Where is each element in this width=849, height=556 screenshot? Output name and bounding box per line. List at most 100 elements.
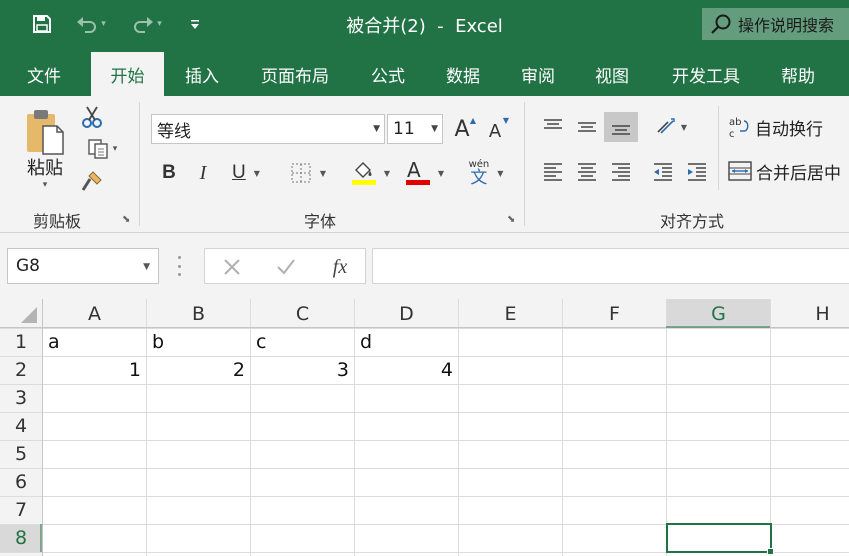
cell-c2[interactable]: 3 xyxy=(251,356,354,384)
tab-insert[interactable]: 插入 xyxy=(172,52,232,96)
tab-help-label: 帮助 xyxy=(781,66,815,87)
font-group-label: 字体 xyxy=(303,212,336,231)
row-header-4[interactable]: 4 xyxy=(0,412,42,440)
tab-file[interactable]: 文件 xyxy=(14,52,74,96)
font-size-combo[interactable]: 11 ▼ xyxy=(387,114,443,144)
tab-data[interactable]: 数据 xyxy=(433,52,493,96)
tab-home[interactable]: 开始 xyxy=(91,52,164,96)
tab-page-layout-label: 页面布局 xyxy=(261,66,329,87)
formula-input[interactable] xyxy=(372,248,849,284)
align-right-button[interactable] xyxy=(606,156,636,186)
align-left-button[interactable] xyxy=(538,156,568,186)
tab-developer[interactable]: 开发工具 xyxy=(660,52,752,96)
bottom-align-button[interactable] xyxy=(604,112,638,142)
column-header-a[interactable]: A xyxy=(43,299,146,328)
row-header-1[interactable]: 1 xyxy=(0,328,42,356)
column-header-label: H xyxy=(815,302,830,325)
tab-page-layout[interactable]: 页面布局 xyxy=(250,52,340,96)
orientation-button[interactable]: ▼ xyxy=(650,112,692,142)
top-align-button[interactable] xyxy=(538,112,568,142)
decrease-indent-icon xyxy=(654,163,672,181)
tab-view-label: 视图 xyxy=(595,66,629,87)
underline-button[interactable]: U ▼ xyxy=(224,158,268,188)
cell-d2[interactable]: 4 xyxy=(355,356,458,384)
cell-c1[interactable]: c xyxy=(251,328,354,356)
cell-value: 1 xyxy=(128,359,141,381)
column-header-b[interactable]: B xyxy=(147,299,250,328)
tab-formulas[interactable]: 公式 xyxy=(358,52,418,96)
font-name-combo[interactable]: 等线 ▼ xyxy=(151,114,385,144)
pinyin-icon: wén 文 xyxy=(469,159,490,187)
paste-dropdown-icon: ▾ xyxy=(42,180,48,190)
cell-value: a xyxy=(48,331,60,353)
wrap-text-button[interactable]: ab c 自动换行 xyxy=(728,112,849,142)
column-header-h[interactable]: H xyxy=(771,299,849,328)
column-header-c[interactable]: C xyxy=(251,299,354,328)
orientation-icon xyxy=(657,118,675,134)
column-header-f[interactable]: F xyxy=(563,299,666,328)
cancel-entry-button[interactable] xyxy=(217,253,247,281)
font-size-value: 11 xyxy=(393,119,415,139)
bottom-align-icon xyxy=(612,125,630,135)
formula-bar: G8 ▼ fx xyxy=(0,233,849,299)
fill-color-button[interactable]: ▼ xyxy=(346,158,394,188)
row-header-label: 1 xyxy=(14,331,28,353)
cell-d1[interactable]: d xyxy=(355,328,458,356)
increase-indent-icon xyxy=(688,163,706,181)
row-header-5[interactable]: 5 xyxy=(0,440,42,468)
borders-button[interactable]: ▼ xyxy=(284,158,332,188)
italic-button[interactable]: I xyxy=(190,158,216,188)
tab-file-label: 文件 xyxy=(27,66,61,87)
cell-value: d xyxy=(360,331,373,353)
row-header-6[interactable]: 6 xyxy=(0,468,42,496)
cell-b1[interactable]: b xyxy=(147,328,250,356)
column-header-label: C xyxy=(295,302,310,325)
shrink-font-button[interactable]: A ▼ xyxy=(481,114,509,144)
shrink-font-icon: A xyxy=(488,120,502,142)
tell-me-search[interactable]: 操作说明搜索 xyxy=(702,8,849,40)
row-header-8[interactable]: 8 xyxy=(0,524,42,552)
merge-center-button[interactable]: 合并后居中 xyxy=(728,156,849,186)
grow-font-button[interactable]: A ▲ xyxy=(448,114,476,144)
tab-view[interactable]: 视图 xyxy=(582,52,642,96)
paint-bucket-icon xyxy=(351,162,376,185)
row-header-label: 7 xyxy=(14,499,28,521)
increase-indent-button[interactable] xyxy=(682,156,712,186)
copy-button[interactable]: ▾ xyxy=(80,136,124,162)
name-box[interactable]: G8 ▼ xyxy=(7,248,159,284)
fill-handle[interactable] xyxy=(767,548,774,555)
paste-button[interactable]: 粘贴 ▾ xyxy=(18,104,72,194)
tab-help[interactable]: 帮助 xyxy=(768,52,828,96)
cell-value: 4 xyxy=(440,359,453,381)
bold-button[interactable]: B xyxy=(156,158,182,188)
align-center-icon xyxy=(578,163,596,181)
align-center-button[interactable] xyxy=(572,156,602,186)
cut-button[interactable] xyxy=(80,104,104,130)
insert-function-button[interactable]: fx xyxy=(323,253,357,281)
title-bar: ▾ ▾ 被合并(2) - Excel 操作说明搜索 xyxy=(0,0,849,48)
active-cell-g8[interactable] xyxy=(666,523,772,553)
worksheet-grid[interactable]: A B C D E F G H 1 2 3 4 5 6 7 8 a b c d … xyxy=(0,299,849,556)
column-header-label: D xyxy=(399,302,414,325)
column-header-d[interactable]: D xyxy=(355,299,458,328)
clipboard-dialog-launcher[interactable]: ⬊ xyxy=(122,214,130,225)
tab-review[interactable]: 审阅 xyxy=(508,52,568,96)
middle-align-button[interactable] xyxy=(572,112,602,142)
row-header-3[interactable]: 3 xyxy=(0,384,42,412)
row-header-label: 2 xyxy=(14,359,28,381)
close-icon xyxy=(224,259,240,275)
column-header-e[interactable]: E xyxy=(459,299,562,328)
font-dialog-launcher[interactable]: ⬊ xyxy=(507,214,515,225)
font-color-button[interactable]: A ▼ xyxy=(400,158,448,188)
cell-b2[interactable]: 2 xyxy=(147,356,250,384)
cell-a2[interactable]: 1 xyxy=(43,356,146,384)
phonetic-guide-button[interactable]: wén 文 ▼ xyxy=(462,156,510,190)
row-header-7[interactable]: 7 xyxy=(0,496,42,524)
row-header-2[interactable]: 2 xyxy=(0,356,42,384)
wrap-text-label: 自动换行 xyxy=(755,119,823,140)
column-header-g[interactable]: G xyxy=(667,299,770,328)
decrease-indent-button[interactable] xyxy=(648,156,678,186)
confirm-entry-button[interactable] xyxy=(271,253,301,281)
cell-a1[interactable]: a xyxy=(43,328,146,356)
format-painter-button[interactable] xyxy=(80,168,106,194)
